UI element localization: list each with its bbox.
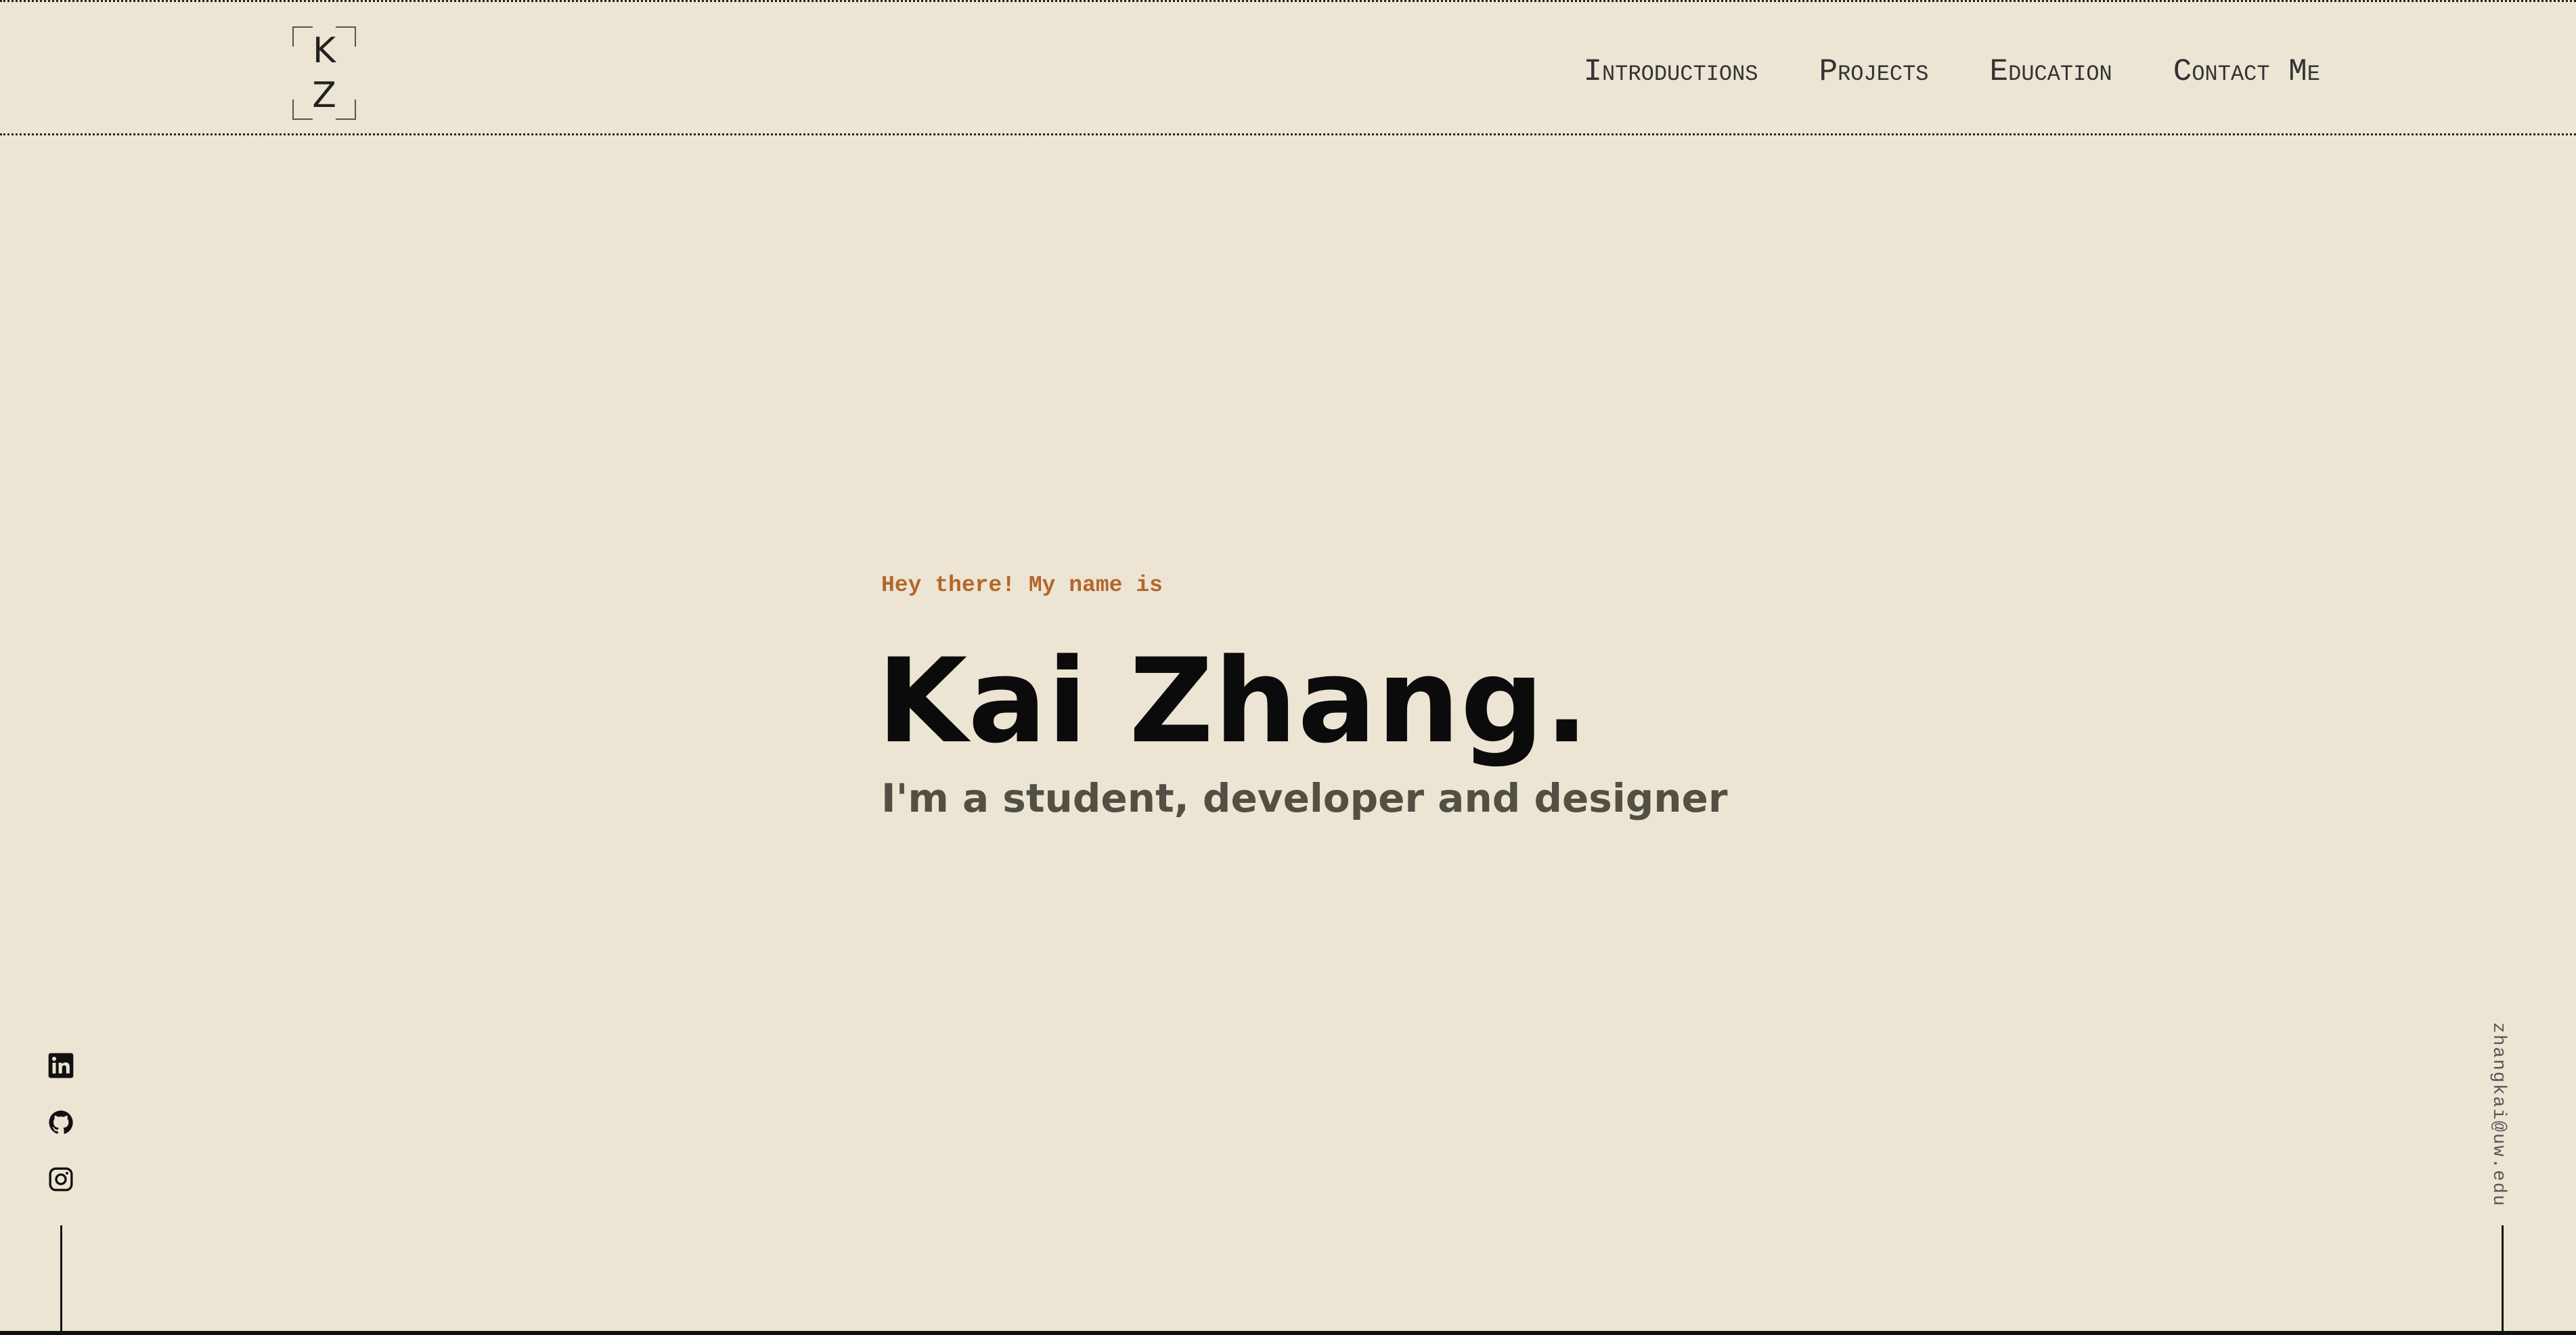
- bottom-border: [0, 1331, 2576, 1335]
- github-icon[interactable]: [47, 1109, 74, 1136]
- nav-contact-me[interactable]: Contact Me: [2173, 55, 2320, 89]
- nav-projects[interactable]: Projects: [1819, 55, 1928, 89]
- hero-name: Kai Zhang.: [877, 633, 1590, 769]
- email-text[interactable]: zhangkai@uw.edu: [2488, 1022, 2508, 1207]
- social-links: [47, 1052, 74, 1223]
- main-nav: Introductions Projects Education Contact…: [1583, 55, 2320, 89]
- kz-logo[interactable]: K Z: [292, 26, 356, 120]
- hero-greeting: Hey there! My name is: [881, 573, 1163, 598]
- site-header: K Z Introductions Projects Education Con…: [0, 0, 2576, 135]
- logo-letter-z: Z: [312, 75, 336, 116]
- nav-introductions[interactable]: Introductions: [1583, 55, 1758, 89]
- left-vertical-line: [60, 1225, 62, 1335]
- right-vertical-line: [2502, 1225, 2504, 1335]
- hero-tagline: I'm a student, developer and designer: [881, 775, 1728, 821]
- nav-education[interactable]: Education: [1990, 55, 2112, 89]
- instagram-icon[interactable]: [47, 1166, 74, 1193]
- linkedin-icon[interactable]: [47, 1052, 74, 1079]
- hero-section: Hey there! My name is Kai Zhang. I'm a s…: [877, 569, 1728, 822]
- logo-letter-k: K: [312, 30, 336, 71]
- email-link[interactable]: zhangkai@uw.edu: [2488, 1022, 2515, 1207]
